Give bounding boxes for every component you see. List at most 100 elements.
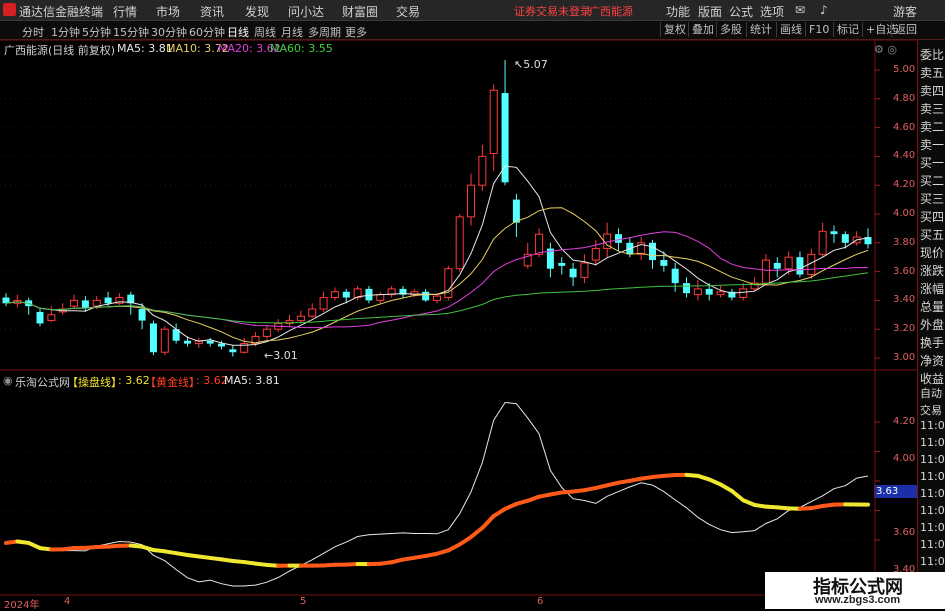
tool-stats[interactable]: 统计 bbox=[746, 22, 775, 37]
period-tab-15min[interactable]: 15分钟 bbox=[113, 24, 149, 40]
candle-body-up bbox=[536, 234, 543, 254]
price-tick: 4.60 bbox=[893, 122, 915, 133]
period-tab-daily[interactable]: 日线 bbox=[227, 24, 249, 40]
candle-body-down bbox=[796, 257, 803, 274]
candle-body-down bbox=[25, 300, 32, 306]
candle-body-up bbox=[694, 289, 701, 295]
menu-market[interactable]: 市场 bbox=[156, 3, 180, 20]
menu-function[interactable]: 功能 bbox=[666, 3, 690, 20]
period-toolbar: 分时 1分钟 5分钟 15分钟 30分钟 60分钟 日线 周线 月线 多周期 更… bbox=[0, 21, 945, 40]
candle-body-up bbox=[275, 323, 282, 329]
sub-tick: 4.20 bbox=[893, 416, 915, 427]
candle-body-up bbox=[14, 300, 21, 303]
candle-body-down bbox=[558, 263, 565, 266]
candle-body-down bbox=[774, 263, 781, 269]
ma5-legend: MA5: 3.81 bbox=[117, 42, 173, 55]
operate-line-segment bbox=[392, 560, 403, 563]
candle-body-up bbox=[524, 254, 531, 266]
candle-body-up bbox=[388, 289, 395, 295]
sub-ma5-line bbox=[6, 403, 868, 587]
high-value: 5.07 bbox=[523, 58, 548, 71]
ma60-line bbox=[6, 273, 868, 323]
candle-body-down bbox=[218, 344, 225, 347]
candle-body-down bbox=[728, 292, 735, 298]
menu-options[interactable]: 选项 bbox=[760, 3, 784, 20]
sub-current-value-badge: 3.63 bbox=[874, 485, 918, 498]
tool-back[interactable]: 返回 bbox=[891, 22, 920, 37]
menu-news[interactable]: 资讯 bbox=[200, 3, 224, 20]
high-annotation: ↖5.07 bbox=[514, 58, 548, 71]
candle-body-down bbox=[683, 283, 690, 293]
menu-discover[interactable]: 发现 bbox=[245, 3, 269, 20]
quote-side-panel: ⚙ ◎ 委比卖五卖四卖三卖二卖一买一买二买三买四买五现价涨跌涨幅总量外盘换手净资… bbox=[917, 40, 945, 609]
quote-field-label: 买三 bbox=[920, 190, 944, 207]
ma60-legend: MA60: 3.55 bbox=[270, 42, 333, 55]
message-icon[interactable]: ✉ bbox=[795, 3, 805, 17]
tick-time-label: 11:05 bbox=[920, 555, 945, 568]
tool-f10[interactable]: F10 bbox=[805, 22, 832, 37]
price-tick: 5.00 bbox=[893, 64, 915, 75]
operate-line-segment bbox=[460, 537, 471, 545]
price-chart[interactable] bbox=[0, 0, 945, 609]
operate-line-segment bbox=[6, 541, 17, 542]
candle-body-down bbox=[830, 231, 837, 234]
candle-body-up bbox=[581, 263, 588, 277]
operate-line-legend: 【操盘线】 bbox=[67, 374, 122, 390]
operate-line-segment bbox=[40, 548, 51, 549]
period-tab-1min[interactable]: 1分钟 bbox=[51, 24, 80, 40]
period-tab-monthly[interactable]: 月线 bbox=[281, 24, 303, 40]
candle-body-up bbox=[445, 269, 452, 298]
tool-mark[interactable]: 标记 bbox=[833, 22, 862, 37]
tool-draw[interactable]: 画线 bbox=[776, 22, 805, 37]
candle-body-up bbox=[456, 217, 463, 269]
candle-body-up bbox=[592, 249, 599, 261]
candle-body-up bbox=[638, 243, 645, 255]
menu-formula[interactable]: 公式 bbox=[729, 3, 753, 20]
period-tab-5min[interactable]: 5分钟 bbox=[82, 24, 111, 40]
candle-body-up bbox=[853, 237, 860, 243]
menu-wealth[interactable]: 财富圈 bbox=[342, 3, 378, 20]
tick-time-label: 11:05 bbox=[920, 419, 945, 432]
settings-gear-icon[interactable]: ⚙ ◎ bbox=[874, 43, 897, 56]
menu-quotes[interactable]: 行情 bbox=[113, 3, 137, 20]
operate-line-segment bbox=[800, 508, 811, 509]
candle-body-up bbox=[819, 231, 826, 254]
quote-field-label: 卖四 bbox=[920, 82, 944, 99]
operate-line-segment bbox=[584, 488, 595, 490]
candle-body-down bbox=[865, 237, 872, 244]
guest-label[interactable]: 游客 bbox=[893, 3, 917, 20]
sub-chart-settings-icon[interactable]: ◉ bbox=[3, 374, 13, 387]
period-tab-timeshare[interactable]: 分时 bbox=[22, 24, 44, 40]
tick-time-label: 11:05 bbox=[920, 504, 945, 517]
tool-restore-rights[interactable]: 复权 bbox=[660, 22, 689, 37]
candle-body-down bbox=[82, 300, 89, 307]
tool-overlay[interactable]: 叠加 bbox=[688, 22, 717, 37]
stock-name-header: 广西能源 bbox=[589, 3, 633, 19]
period-tab-multi[interactable]: 多周期 bbox=[308, 24, 341, 40]
candle-body-up bbox=[331, 292, 338, 298]
bell-icon[interactable]: ♪ bbox=[820, 3, 828, 17]
operate-line-segment bbox=[403, 558, 414, 560]
menu-layout[interactable]: 版面 bbox=[698, 3, 722, 20]
menu-trade[interactable]: 交易 bbox=[396, 3, 420, 20]
menu-ask[interactable]: 问小达 bbox=[288, 3, 324, 20]
quote-field-label: 买二 bbox=[920, 172, 944, 189]
quote-field-label: 卖一 bbox=[920, 136, 944, 153]
low-value: 3.01 bbox=[273, 349, 298, 362]
tick-time-label: 11:05 bbox=[920, 453, 945, 466]
candle-body-up bbox=[808, 254, 815, 274]
candle-body-down bbox=[570, 269, 577, 278]
ma20-line bbox=[6, 232, 868, 328]
operate-line-segment bbox=[210, 558, 221, 559]
period-tab-30min[interactable]: 30分钟 bbox=[151, 24, 187, 40]
operate-line-segment bbox=[324, 565, 335, 566]
operate-line-segment bbox=[618, 481, 629, 483]
tool-multi-stock[interactable]: 多股 bbox=[716, 22, 745, 37]
period-tab-more[interactable]: 更多 bbox=[345, 24, 367, 40]
period-tab-weekly[interactable]: 周线 bbox=[254, 24, 276, 40]
period-tab-60min[interactable]: 60分钟 bbox=[189, 24, 225, 40]
operate-line-segment bbox=[777, 507, 788, 508]
top-menubar: 通达信金融终端 行情 市场 资讯 发现 问小达 财富圈 交易 证券交易未登录 广… bbox=[0, 0, 945, 21]
candle-body-up bbox=[785, 257, 792, 269]
login-notice[interactable]: 证券交易未登录 bbox=[514, 3, 591, 19]
